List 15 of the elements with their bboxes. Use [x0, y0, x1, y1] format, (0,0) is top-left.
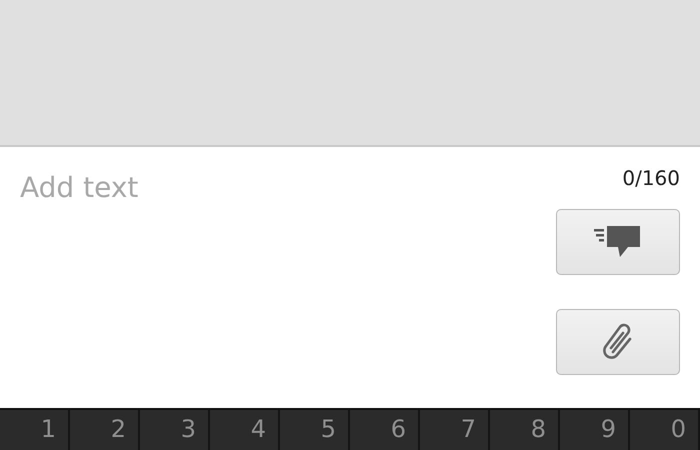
speech-bubble-icon: [594, 225, 642, 259]
keyboard-key[interactable]: 8: [490, 410, 560, 450]
send-button[interactable]: [556, 209, 680, 275]
keyboard-key[interactable]: 2: [70, 410, 140, 450]
keyboard-key[interactable]: 3: [140, 410, 210, 450]
keyboard-key[interactable]: 6: [350, 410, 420, 450]
keyboard-key[interactable]: 0: [630, 410, 700, 450]
message-input-field[interactable]: Add text: [20, 167, 500, 209]
attach-button[interactable]: [556, 309, 680, 375]
keyboard-key[interactable]: 1: [0, 410, 70, 450]
keyboard-key[interactable]: 5: [280, 410, 350, 450]
character-counter: 0/160: [622, 165, 680, 192]
keyboard-key[interactable]: 7: [420, 410, 490, 450]
keyboard-key[interactable]: 9: [560, 410, 630, 450]
keyboard-key[interactable]: 4: [210, 410, 280, 450]
